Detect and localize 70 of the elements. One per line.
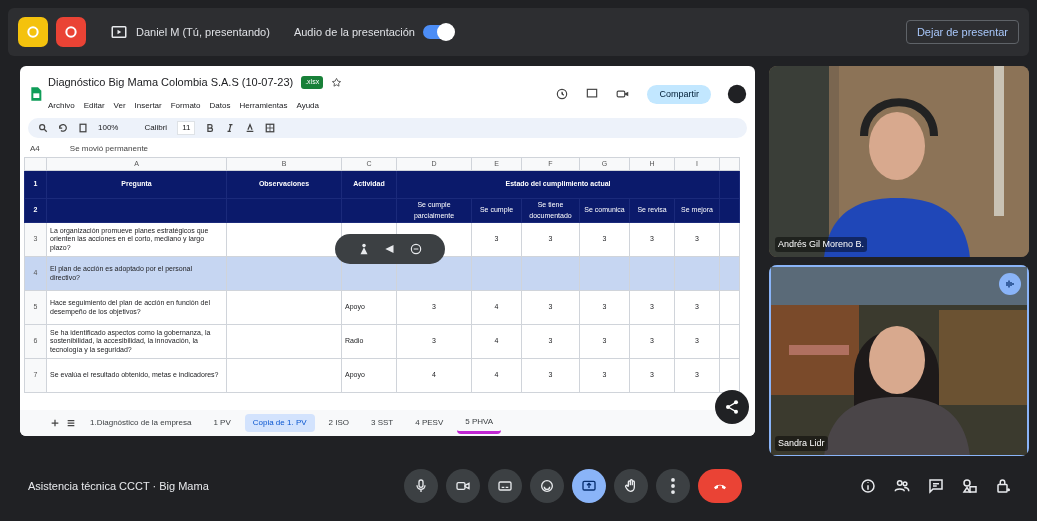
present-icon [580, 478, 597, 494]
control-button[interactable] [571, 469, 606, 503]
sheet-tab[interactable]: 1 PV [205, 414, 239, 432]
menu-item[interactable]: Archivo [48, 100, 75, 110]
participant-name: Andrés Gil Moreno B. [775, 236, 868, 252]
table-cell [629, 256, 675, 291]
menu-item[interactable]: Herramientas [239, 100, 288, 110]
present-icon [110, 23, 128, 41]
zoom-dropdown[interactable]: 100% [98, 121, 119, 134]
sheet-tab[interactable]: 3 SST [363, 414, 402, 432]
menu-item[interactable]: Ver [113, 100, 126, 110]
app-icon[interactable] [56, 17, 86, 47]
history-icon[interactable] [555, 87, 570, 102]
search-icon[interactable] [38, 122, 48, 133]
menu-item[interactable]: Editar [83, 100, 105, 110]
table-cell [674, 256, 720, 291]
shapes-icon [961, 477, 979, 495]
sheet-tab[interactable]: 2 ISO [320, 414, 357, 432]
control-button[interactable] [655, 469, 690, 503]
borders-icon[interactable] [265, 122, 276, 133]
text-color-icon[interactable] [245, 122, 256, 133]
info-icon [859, 477, 877, 495]
undo-icon[interactable] [58, 122, 68, 133]
cell-reference: A4 [30, 142, 40, 155]
menu-item[interactable]: Insertar [134, 100, 162, 110]
font-dropdown[interactable]: Calibri [144, 121, 168, 134]
menu-item[interactable]: Formato [170, 100, 201, 110]
share-button[interactable]: Compartir [647, 84, 711, 104]
presenter-label: Daniel M (Tú, presentando) [136, 24, 270, 40]
formula-field[interactable]: Se movió permanente [69, 142, 149, 155]
app-logo-icon [25, 24, 41, 40]
document-title: Diagnóstico Big Mama Colombia S.A.S (10-07-23) [48, 75, 294, 90]
menu-icon[interactable] [66, 418, 76, 428]
record-icon [63, 24, 79, 40]
control-button[interactable] [529, 469, 564, 503]
menu-item[interactable]: Datos [209, 100, 231, 110]
control-button[interactable] [403, 469, 438, 503]
more-icon [670, 478, 675, 494]
table-cell [521, 256, 580, 291]
captions-icon [496, 478, 513, 494]
sheet-tab[interactable]: 1.Diagnóstico de la empresa [82, 414, 200, 432]
end-call-button[interactable] [697, 469, 742, 503]
table-cell [471, 256, 522, 291]
font-size-field[interactable]: 11 [177, 120, 196, 135]
control-button[interactable] [613, 469, 648, 503]
audio-label: Audio de la presentación [293, 24, 415, 40]
italic-icon[interactable] [225, 122, 236, 133]
audio-toggle[interactable] [423, 25, 453, 39]
emoji-icon [538, 478, 555, 494]
control-button[interactable] [445, 469, 480, 503]
sheet-tab[interactable]: 5 PHVA [457, 412, 502, 434]
participant-name: Sandra Lidr [775, 435, 828, 451]
share-fab-button[interactable] [715, 390, 749, 424]
menu-item[interactable]: Ayuda [296, 100, 319, 110]
add-sheet-icon[interactable] [50, 418, 60, 428]
chat-icon [927, 477, 945, 495]
sheet-tab[interactable]: Copia de 1. PV [244, 414, 315, 432]
sheet-tab[interactable]: 4 PESV [407, 414, 452, 432]
share-icon [724, 399, 740, 415]
stop-presenting-button[interactable]: Dejar de presentar [905, 19, 1019, 45]
avatar-icon[interactable] [727, 84, 747, 105]
bold-icon[interactable] [205, 122, 216, 133]
app-icon[interactable] [18, 17, 48, 47]
minimize-icon[interactable] [409, 242, 423, 256]
meeting-name: Asistencia técnica CCCT · Big Mama [28, 478, 210, 494]
star-icon[interactable] [331, 76, 343, 88]
speaking-icon [1004, 278, 1016, 290]
lock-person-icon [995, 477, 1013, 495]
control-button[interactable] [487, 469, 522, 503]
table-cell [579, 256, 630, 291]
